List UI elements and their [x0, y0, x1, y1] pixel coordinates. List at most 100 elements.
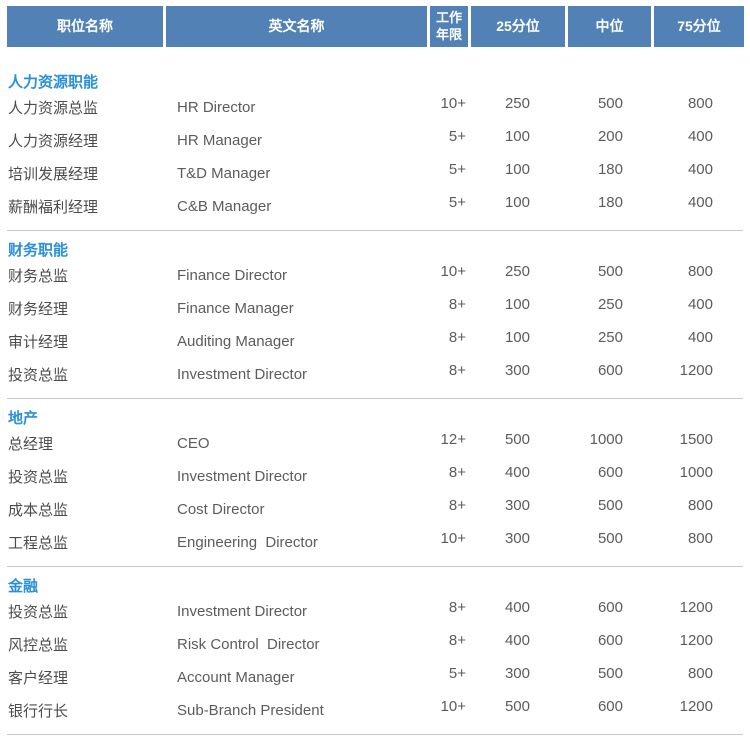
work-years: 10+ — [430, 263, 466, 280]
percentile-75: 1200 — [623, 599, 713, 616]
position-name-en: Finance Director — [177, 267, 430, 284]
table-header: 职位名称 英文名称 工作年限 25分位 中位 75分位 — [7, 6, 744, 47]
percentile-25: 100 — [466, 296, 530, 313]
percentile-25: 400 — [466, 599, 530, 616]
salary-table-page: 职位名称 英文名称 工作年限 25分位 中位 75分位 人力资源职能 人力资源总… — [0, 0, 750, 740]
work-years: 5+ — [430, 161, 466, 178]
header-cell-position-name: 职位名称 — [7, 6, 163, 47]
percentile-75: 400 — [623, 161, 713, 178]
position-name-cn: 投资总监 — [8, 364, 177, 385]
table-bottom-divider — [7, 734, 743, 735]
table-row: 工程总监 Engineering Director 10+ 300 500 80… — [7, 526, 743, 559]
percentile-25: 500 — [466, 431, 530, 448]
median-value: 600 — [530, 632, 623, 649]
work-years: 8+ — [430, 296, 466, 313]
percentile-75: 800 — [623, 530, 713, 547]
position-name-cn: 银行行长 — [8, 700, 177, 721]
position-name-en: Investment Director — [177, 366, 430, 383]
position-name-en: Investment Director — [177, 603, 430, 620]
position-name-en: Finance Manager — [177, 300, 430, 317]
section-rows: 人力资源总监 HR Director 10+ 250 500 800 人力资源经… — [7, 91, 743, 223]
median-value: 500 — [530, 95, 623, 112]
position-name-en: Risk Control Director — [177, 636, 430, 653]
median-value: 500 — [530, 497, 623, 514]
position-name-en: Cost Director — [177, 501, 430, 518]
table-row: 人力资源经理 HR Manager 5+ 100 200 400 — [7, 124, 743, 157]
sections-container: 人力资源职能 人力资源总监 HR Director 10+ 250 500 80… — [0, 47, 750, 734]
position-name-en: Investment Director — [177, 468, 430, 485]
position-name-cn: 投资总监 — [8, 601, 177, 622]
position-name-cn: 审计经理 — [8, 331, 177, 352]
work-years: 8+ — [430, 464, 466, 481]
header-cell-english-name: 英文名称 — [166, 6, 427, 47]
median-value: 200 — [530, 128, 623, 145]
position-name-en: T&D Manager — [177, 165, 430, 182]
section-title: 人力资源职能 — [7, 75, 743, 91]
position-name-cn: 风控总监 — [8, 634, 177, 655]
salary-section: 人力资源职能 人力资源总监 HR Director 10+ 250 500 80… — [7, 47, 743, 230]
work-years: 5+ — [430, 128, 466, 145]
header-cell-work-years: 工作年限 — [430, 6, 468, 47]
table-row: 薪酬福利经理 C&B Manager 5+ 100 180 400 — [7, 190, 743, 223]
percentile-25: 500 — [466, 698, 530, 715]
median-value: 500 — [530, 263, 623, 280]
position-name-en: C&B Manager — [177, 198, 430, 215]
table-row: 人力资源总监 HR Director 10+ 250 500 800 — [7, 91, 743, 124]
percentile-25: 100 — [466, 128, 530, 145]
table-row: 投资总监 Investment Director 8+ 400 600 1200 — [7, 595, 743, 628]
position-name-en: CEO — [177, 435, 430, 452]
median-value: 600 — [530, 599, 623, 616]
median-value: 250 — [530, 296, 623, 313]
work-years: 8+ — [430, 329, 466, 346]
percentile-75: 1500 — [623, 431, 713, 448]
percentile-75: 800 — [623, 263, 713, 280]
section-title: 金融 — [7, 579, 743, 595]
percentile-75: 1000 — [623, 464, 713, 481]
percentile-25: 100 — [466, 161, 530, 178]
percentile-25: 300 — [466, 530, 530, 547]
table-row: 财务经理 Finance Manager 8+ 100 250 400 — [7, 292, 743, 325]
table-row: 投资总监 Investment Director 8+ 400 600 1000 — [7, 460, 743, 493]
position-name-en: Sub-Branch President — [177, 702, 430, 719]
median-value: 500 — [530, 530, 623, 547]
work-years: 8+ — [430, 599, 466, 616]
position-name-cn: 投资总监 — [8, 466, 177, 487]
table-row: 培训发展经理 T&D Manager 5+ 100 180 400 — [7, 157, 743, 190]
percentile-75: 1200 — [623, 362, 713, 379]
work-years: 8+ — [430, 632, 466, 649]
percentile-25: 400 — [466, 464, 530, 481]
percentile-75: 800 — [623, 665, 713, 682]
section-rows: 总经理 CEO 12+ 500 1000 1500 投资总监 Investmen… — [7, 427, 743, 559]
position-name-cn: 人力资源经理 — [8, 130, 177, 151]
median-value: 600 — [530, 698, 623, 715]
percentile-25: 250 — [466, 95, 530, 112]
section-title: 财务职能 — [7, 243, 743, 259]
position-name-cn: 客户经理 — [8, 667, 177, 688]
percentile-75: 1200 — [623, 632, 713, 649]
percentile-75: 400 — [623, 194, 713, 211]
position-name-cn: 工程总监 — [8, 532, 177, 553]
section-rows: 投资总监 Investment Director 8+ 400 600 1200… — [7, 595, 743, 727]
position-name-en: Engineering Director — [177, 534, 430, 551]
percentile-25: 100 — [466, 194, 530, 211]
median-value: 600 — [530, 464, 623, 481]
median-value: 250 — [530, 329, 623, 346]
median-value: 1000 — [530, 431, 623, 448]
table-row: 审计经理 Auditing Manager 8+ 100 250 400 — [7, 325, 743, 358]
position-name-cn: 薪酬福利经理 — [8, 196, 177, 217]
table-row: 投资总监 Investment Director 8+ 300 600 1200 — [7, 358, 743, 391]
percentile-25: 100 — [466, 329, 530, 346]
table-row: 风控总监 Risk Control Director 8+ 400 600 12… — [7, 628, 743, 661]
percentile-75: 800 — [623, 95, 713, 112]
median-value: 500 — [530, 665, 623, 682]
table-body: 人力资源职能 人力资源总监 HR Director 10+ 250 500 80… — [0, 47, 750, 735]
work-years: 10+ — [430, 698, 466, 715]
median-value: 600 — [530, 362, 623, 379]
table-row: 客户经理 Account Manager 5+ 300 500 800 — [7, 661, 743, 694]
percentile-25: 300 — [466, 665, 530, 682]
median-value: 180 — [530, 194, 623, 211]
header-cell-25th-percentile: 25分位 — [471, 6, 565, 47]
work-years: 10+ — [430, 530, 466, 547]
section-rows: 财务总监 Finance Director 10+ 250 500 800 财务… — [7, 259, 743, 391]
percentile-75: 400 — [623, 329, 713, 346]
